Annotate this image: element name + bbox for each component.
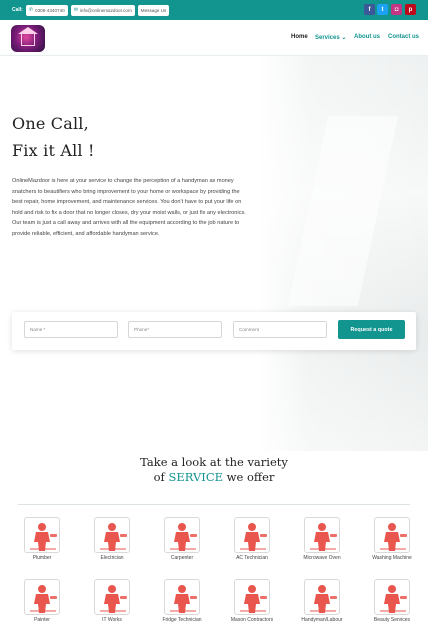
- carpenter-icon: [164, 517, 200, 553]
- service-label: Carpenter: [170, 555, 194, 561]
- nav-home[interactable]: Home: [291, 34, 308, 40]
- service-label: Painter: [34, 617, 50, 623]
- it-works-icon: [94, 579, 130, 615]
- email-address: info@onlinemazdoor.com: [79, 7, 132, 13]
- service-label: Electrician: [100, 555, 124, 561]
- plumber-icon: [24, 517, 60, 553]
- service-label: Microwave Oven: [303, 555, 341, 561]
- services-heading-line2: of SERVICE we offer: [153, 470, 275, 484]
- microwave-oven-icon: [304, 517, 340, 553]
- electrician-icon: [94, 517, 130, 553]
- message-us-link[interactable]: Message Us: [137, 4, 170, 16]
- section-divider: [18, 504, 410, 505]
- hero-title-line1: One Call,: [12, 114, 89, 133]
- service-label: Mason Contractors: [230, 617, 274, 623]
- instagram-icon[interactable]: ◘: [391, 4, 402, 15]
- service-item[interactable]: IT Works: [76, 579, 148, 623]
- nav-about[interactable]: About us: [354, 34, 380, 40]
- service-item[interactable]: Electrician: [76, 517, 148, 561]
- phone-icon: ✆: [28, 7, 34, 13]
- service-label: Handyman/Labour: [301, 617, 343, 623]
- mason-contractors-icon: [234, 579, 270, 615]
- name-input[interactable]: Name *: [24, 321, 118, 338]
- service-item[interactable]: Fridge Technician: [146, 579, 218, 623]
- phone-number: 0308-4340740: [35, 7, 65, 13]
- service-item[interactable]: Carpenter: [146, 517, 218, 561]
- quote-form: Name * Phone* Comment Request a quote: [12, 312, 416, 350]
- service-item[interactable]: Washing Machine: [356, 517, 428, 561]
- fridge-technician-icon: [164, 579, 200, 615]
- service-accent-word: SERVICE: [168, 470, 224, 484]
- ac-technician-icon: [234, 517, 270, 553]
- service-label: AC Technician: [236, 555, 268, 561]
- phone-input[interactable]: Phone*: [128, 321, 222, 338]
- service-item[interactable]: Handyman/Labour: [286, 579, 358, 623]
- site-logo[interactable]: [11, 25, 45, 52]
- hero-title-line2: Fix it All !: [12, 141, 95, 160]
- comment-input[interactable]: Comment: [233, 321, 327, 338]
- beauty-services-icon: [374, 579, 410, 615]
- service-label: Fridge Technician: [162, 617, 202, 623]
- service-item[interactable]: AC Technician: [216, 517, 288, 561]
- chevron-down-icon: ⌄: [341, 35, 347, 41]
- service-item[interactable]: Beauty Services: [356, 579, 428, 623]
- service-item[interactable]: Painter: [6, 579, 78, 623]
- email-link[interactable]: ✉ info@onlinemazdoor.com: [70, 4, 135, 16]
- washing-machine-icon: [374, 517, 410, 553]
- request-quote-button[interactable]: Request a quote: [338, 320, 405, 339]
- nav-services-label: Services: [315, 35, 340, 41]
- service-label: Washing Machine: [372, 555, 412, 561]
- twitter-icon[interactable]: t: [377, 4, 388, 15]
- service-label: IT Works: [102, 617, 122, 623]
- call-label: Call:: [12, 7, 23, 13]
- email-icon: ✉: [73, 7, 78, 13]
- phone-link[interactable]: ✆ 0308-4340740: [25, 4, 68, 16]
- handyman-labour-icon: [304, 579, 340, 615]
- nav-contact[interactable]: Contact us: [388, 34, 419, 40]
- service-item[interactable]: Mason Contractors: [216, 579, 288, 623]
- hero-intro-text: OnlineMazdoor is here at your service to…: [12, 178, 246, 237]
- service-item[interactable]: Plumber: [6, 517, 78, 561]
- nav-services[interactable]: Services ⌄: [315, 34, 346, 41]
- services-heading-line1: Take a look at the variety: [140, 455, 288, 469]
- pinterest-icon[interactable]: p: [405, 4, 416, 15]
- house-icon: [18, 27, 38, 46]
- painter-icon: [24, 579, 60, 615]
- facebook-icon[interactable]: f: [364, 4, 375, 15]
- service-item[interactable]: Microwave Oven: [286, 517, 358, 561]
- site-header: Home Services ⌄ About us Contact us: [0, 20, 428, 56]
- service-label: Plumber: [32, 555, 52, 561]
- service-label: Beauty Services: [373, 617, 411, 623]
